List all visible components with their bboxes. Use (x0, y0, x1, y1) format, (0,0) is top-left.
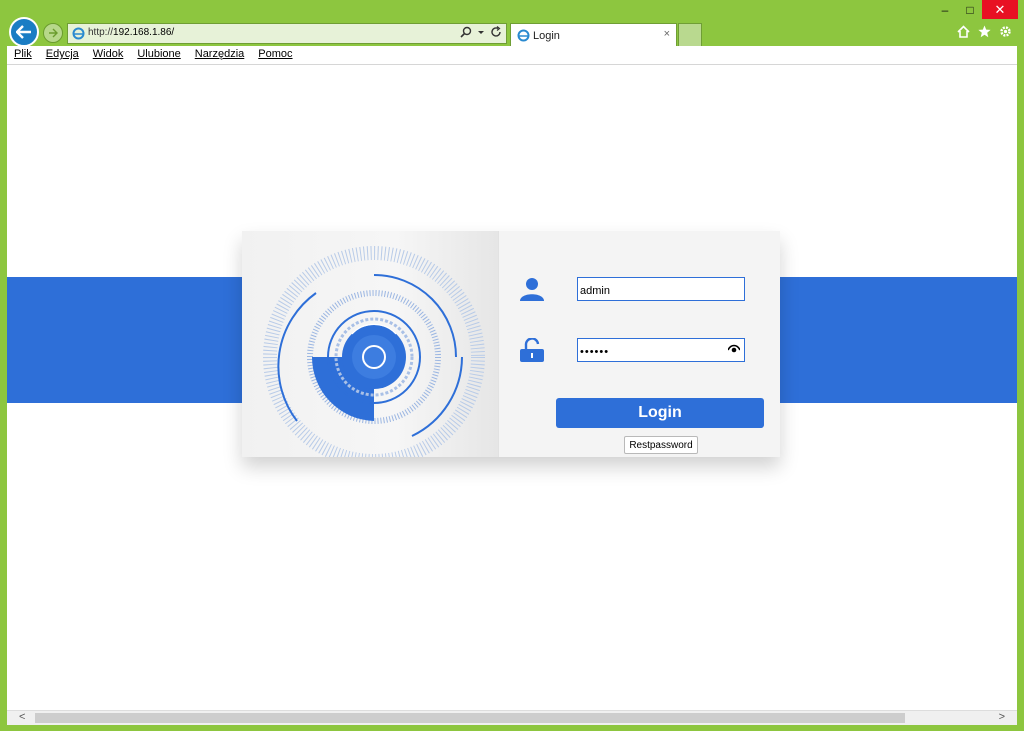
unlock-icon (520, 338, 544, 362)
dropdown-icon[interactable] (478, 26, 484, 38)
tab-close-icon[interactable]: × (664, 28, 670, 40)
url-prefix: http:// (88, 27, 114, 38)
url-text: http://192.168.1.86/ (88, 27, 174, 38)
menu-item-ulubione[interactable]: Ulubione (130, 46, 187, 64)
gear-icon[interactable] (999, 25, 1012, 38)
address-tools (460, 26, 502, 38)
reset-password-button[interactable]: Restpassword (624, 436, 698, 454)
browser-right-tools (957, 25, 1012, 38)
menu-item-narzedzia[interactable]: Narzędzia (188, 46, 252, 64)
login-button[interactable]: Login (556, 398, 764, 428)
menu-item-widok[interactable]: Widok (86, 46, 131, 64)
back-button[interactable] (9, 17, 39, 47)
username-input[interactable]: admin (577, 277, 745, 301)
browser-window: http://192.168.1.86/ Login × – □ ✕ Plik … (0, 0, 1024, 731)
target-graphic (263, 246, 485, 468)
eye-icon[interactable] (728, 344, 740, 354)
scroll-right-arrow[interactable]: > (999, 711, 1005, 723)
close-window-button[interactable]: ✕ (982, 0, 1018, 19)
address-bar[interactable]: http://192.168.1.86/ (67, 23, 507, 44)
minimize-button[interactable]: – (932, 0, 958, 19)
home-icon[interactable] (957, 25, 970, 38)
page-content: admin •••••• Login Restpassword (7, 65, 1017, 710)
tab-login[interactable]: Login × (510, 23, 677, 46)
password-input[interactable]: •••••• (577, 338, 745, 362)
star-icon[interactable] (978, 25, 991, 38)
menu-bar: Plik Edycja Widok Ulubione Narzędzia Pom… (7, 46, 1017, 65)
password-value: •••••• (580, 346, 610, 358)
login-form: admin •••••• Login Restpassword (498, 231, 780, 457)
url-host: 192.168.1.86/ (113, 27, 175, 38)
login-illustration (242, 231, 498, 468)
refresh-icon[interactable] (490, 26, 502, 38)
user-icon (520, 278, 544, 301)
tab-title: Login (533, 30, 560, 42)
menu-item-plik[interactable]: Plik (7, 46, 39, 64)
search-icon[interactable] (460, 26, 472, 38)
horizontal-scrollbar[interactable]: < > (7, 710, 1017, 725)
arrow-right-icon (49, 28, 58, 38)
forward-button[interactable] (43, 23, 63, 43)
arrow-left-icon (16, 25, 31, 39)
maximize-button[interactable]: □ (958, 0, 982, 19)
ie-page-icon (72, 27, 85, 40)
ie-tab-icon (517, 29, 530, 42)
menu-item-edycja[interactable]: Edycja (39, 46, 86, 64)
browser-toolbar: http://192.168.1.86/ Login × – □ ✕ (0, 0, 1024, 47)
new-tab-button[interactable] (678, 23, 702, 46)
scroll-thumb[interactable] (35, 713, 905, 723)
scroll-left-arrow[interactable]: < (19, 711, 25, 723)
menu-item-pomoc[interactable]: Pomoc (251, 46, 299, 64)
login-card: admin •••••• Login Restpassword (242, 231, 780, 468)
